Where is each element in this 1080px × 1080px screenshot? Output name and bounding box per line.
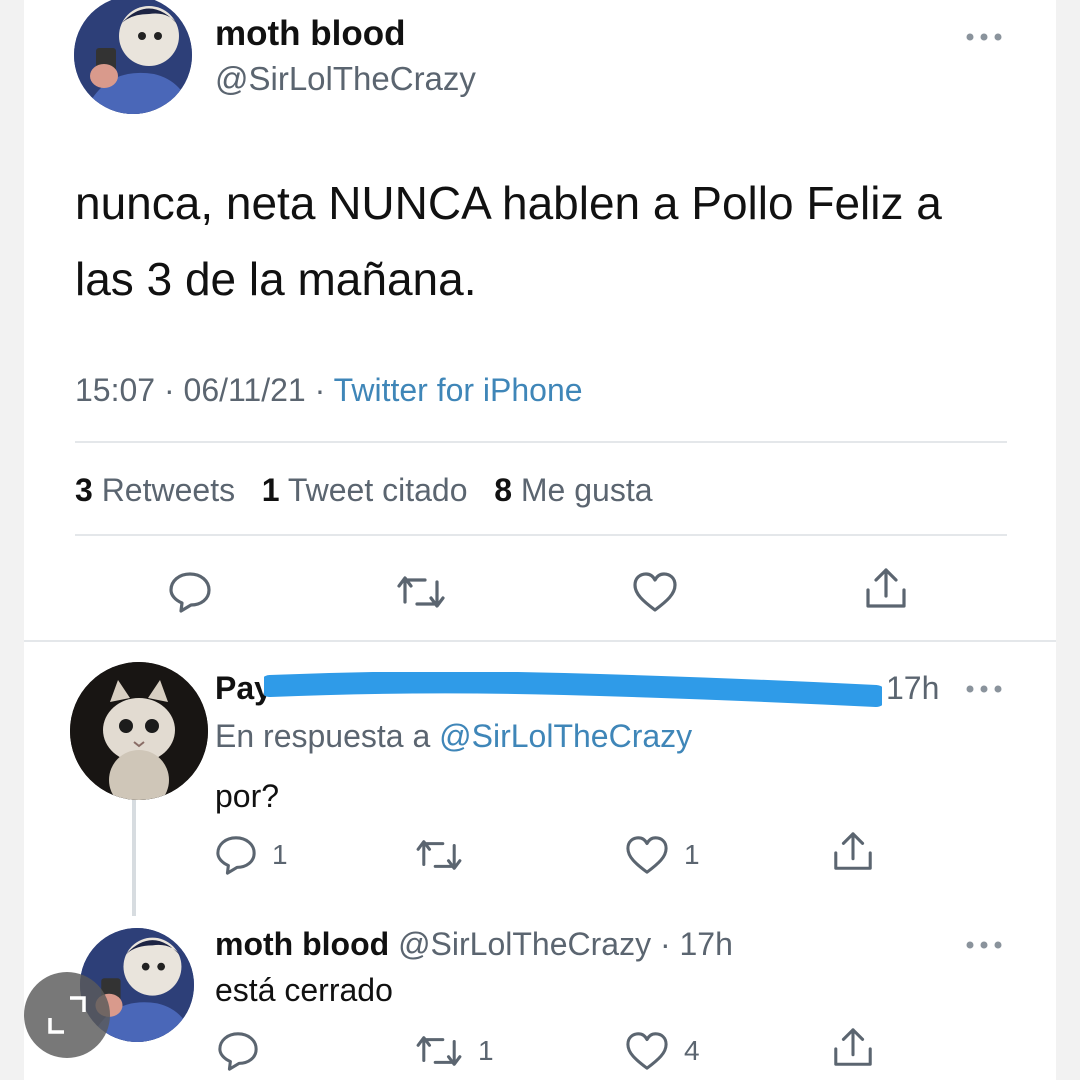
avatar[interactable] <box>70 662 208 800</box>
retweets-count: 3 <box>75 472 93 508</box>
quotes-stat[interactable]: 1 Tweet citado <box>262 472 477 508</box>
reply-text: por? <box>215 778 280 814</box>
author-name[interactable]: moth blood <box>215 14 406 54</box>
likes-label: Me gusta <box>520 472 653 508</box>
like-button[interactable]: 1 <box>624 834 700 876</box>
tweet-date: 06/11/21 <box>183 372 306 408</box>
divider <box>24 640 1056 642</box>
likes-count: 8 <box>494 472 512 508</box>
divider <box>75 534 1007 536</box>
meta-separator: · <box>659 926 671 962</box>
tweet-meta: 15:07 · 06/11/21 · Twitter for iPhone <box>75 372 583 409</box>
reply-header: moth blood @SirLolTheCrazy · 17h <box>215 926 733 963</box>
reply-time: 17h <box>886 670 940 706</box>
reply-icon <box>214 834 258 876</box>
quotes-count: 1 <box>261 472 280 508</box>
share-icon[interactable] <box>830 830 876 874</box>
retweets-label: Retweets <box>101 472 236 508</box>
reply-author-handle[interactable]: @SirLolTheCrazy <box>398 926 651 962</box>
quotes-label: Tweet citado <box>287 472 468 508</box>
meta-separator: · <box>314 372 334 408</box>
expand-button[interactable] <box>24 972 110 1058</box>
retweet-icon <box>414 836 464 874</box>
thread-line <box>132 800 136 916</box>
retweet-icon <box>414 1032 464 1070</box>
reply-icon <box>216 1030 260 1072</box>
share-icon[interactable] <box>862 566 910 612</box>
retweet-icon[interactable] <box>395 572 447 612</box>
retweet-button[interactable] <box>414 836 478 874</box>
reply-text: está cerrado <box>215 972 393 1008</box>
reply-author-name[interactable]: moth blood <box>215 926 389 962</box>
meta-separator: · <box>163 372 184 408</box>
reply-count: 1 <box>272 839 288 870</box>
share-icon[interactable] <box>830 1026 876 1070</box>
retweet-count: 1 <box>478 1035 494 1066</box>
heart-icon <box>624 834 670 876</box>
redaction-scribble <box>259 671 887 712</box>
more-horizontal-icon[interactable] <box>964 938 1004 952</box>
heart-icon[interactable] <box>631 570 679 614</box>
reply-context-prefix: En respuesta a <box>215 718 431 754</box>
avatar[interactable] <box>74 0 192 114</box>
reply-icon[interactable] <box>167 570 213 614</box>
like-count: 4 <box>684 1035 700 1066</box>
expand-icon <box>44 992 90 1038</box>
more-horizontal-icon[interactable] <box>964 30 1004 44</box>
divider <box>75 441 1007 443</box>
tweet-source-link[interactable]: Twitter for iPhone <box>334 372 583 408</box>
reply-time: 17h <box>679 926 733 962</box>
retweet-button[interactable]: 1 <box>414 1032 494 1070</box>
more-horizontal-icon[interactable] <box>964 682 1004 696</box>
reply-to-handle[interactable]: @SirLolTheCrazy <box>439 718 692 754</box>
retweets-stat[interactable]: 3 Retweets <box>75 472 244 508</box>
heart-icon <box>624 1030 670 1072</box>
reply-button[interactable]: 1 <box>214 834 288 876</box>
tweet-time: 15:07 <box>75 372 156 408</box>
reply-context: En respuesta a @SirLolTheCrazy <box>215 718 692 755</box>
tweet-text-line-2: las 3 de la mañana. <box>75 253 477 305</box>
reply-button[interactable] <box>216 1030 274 1072</box>
tweet-stats: 3 Retweets 1 Tweet citado 8 Me gusta <box>75 472 653 509</box>
likes-stat[interactable]: 8 Me gusta <box>494 472 652 508</box>
tweet-thread: moth blood @SirLolTheCrazy nunca, neta N… <box>24 0 1056 1080</box>
like-count: 1 <box>684 839 700 870</box>
author-handle[interactable]: @SirLolTheCrazy <box>215 60 476 98</box>
like-button[interactable]: 4 <box>624 1030 700 1072</box>
tweet-text-line-1: nunca, neta NUNCA hablen a Pollo Feliz a <box>75 177 942 229</box>
